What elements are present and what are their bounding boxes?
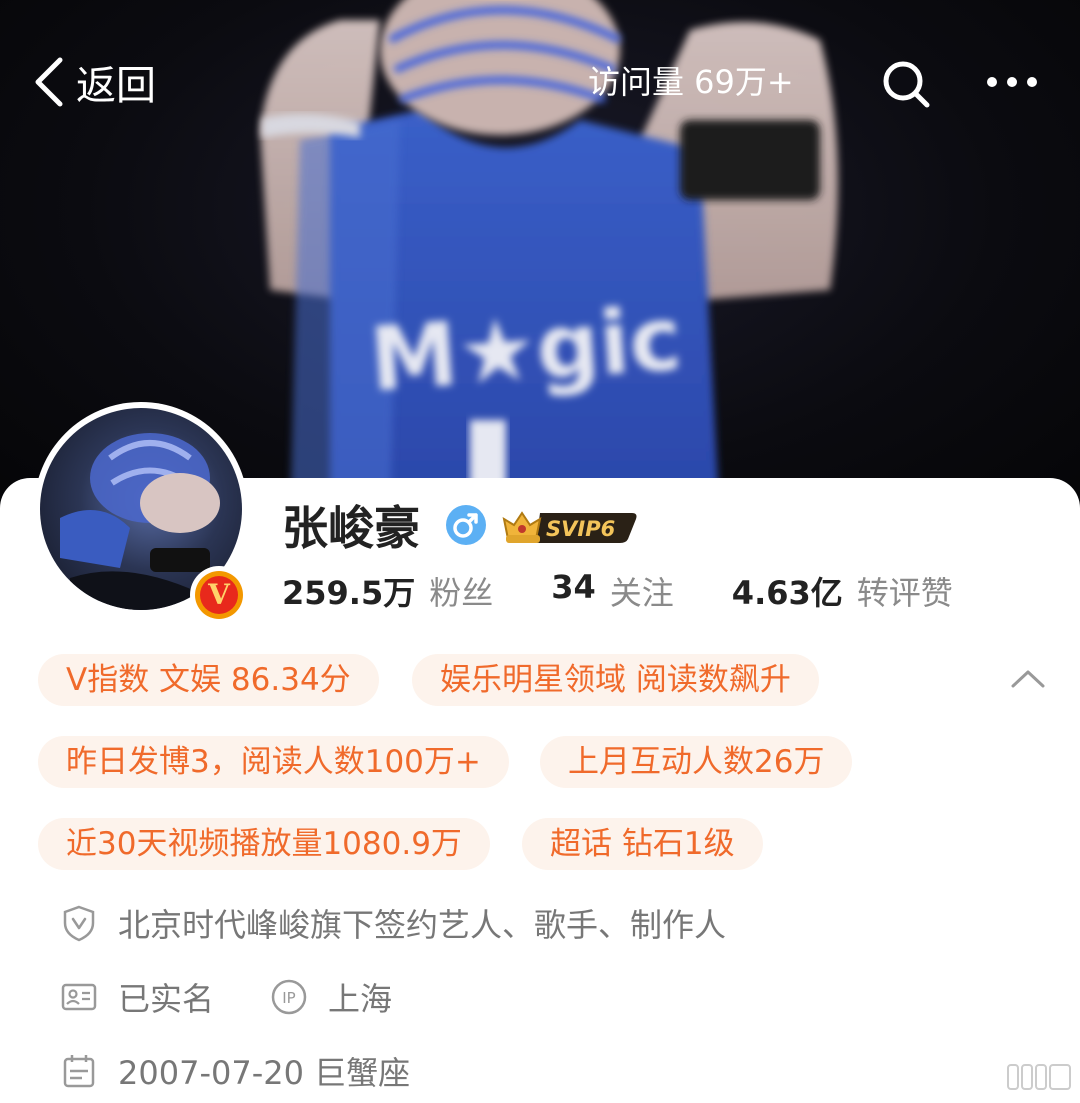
verification-text: 北京时代峰峻旗下签约艺人、歌手、制作人 <box>118 906 727 944</box>
chevron-left-icon <box>35 57 63 107</box>
crown-icon: SVIP6 <box>502 511 637 543</box>
search-icon[interactable] <box>880 58 932 110</box>
interactions-label: 转评赞 <box>856 574 953 612</box>
male-icon <box>446 505 486 545</box>
id-card-icon <box>61 983 97 1011</box>
svip-badge[interactable]: SVIP6 <box>500 505 640 545</box>
followers-stat[interactable]: 259.5万 粉丝 <box>282 568 493 614</box>
verified-v-icon: V <box>200 576 238 614</box>
watermark-logo <box>1007 1064 1071 1090</box>
top-nav-bar: 返回 访问量 69万+ <box>0 0 1080 160</box>
svg-text:IP: IP <box>282 989 295 1007</box>
verification-row: 北京时代峰峻旗下签约艺人、歌手、制作人 <box>60 900 726 946</box>
chip-video-plays[interactable]: 近30天视频播放量1080.9万 <box>38 818 490 870</box>
followers-count: 259.5万 <box>282 574 416 612</box>
birthday-text: 2007-07-20 巨蟹座 <box>118 1054 411 1092</box>
chip-supertopic[interactable]: 超话 钻石1级 <box>522 818 763 870</box>
chip-v-index[interactable]: V指数 文娱 86.34分 <box>38 654 379 706</box>
chip-domain-reads[interactable]: 娱乐明星领域 阅读数飙升 <box>412 654 819 706</box>
back-button[interactable]: 返回 <box>30 52 156 112</box>
svg-text:SVIP6: SVIP6 <box>546 517 615 541</box>
birthday-row: 2007-07-20 巨蟹座 <box>60 1048 410 1094</box>
visit-count[interactable]: 访问量 69万+ <box>588 58 794 106</box>
following-stat[interactable]: 34 关注 <box>551 568 674 614</box>
shield-v-icon <box>63 905 95 942</box>
calendar-icon <box>63 1055 95 1088</box>
ip-location-text: 上海 <box>328 980 393 1018</box>
verified-badge: V <box>190 566 248 624</box>
jersey-text: M★gic <box>367 287 685 411</box>
chip-monthly-interactions[interactable]: 上月互动人数26万 <box>540 736 853 788</box>
following-label: 关注 <box>609 574 674 612</box>
followers-label: 粉丝 <box>429 574 494 612</box>
profile-name: 张峻豪 <box>282 501 420 555</box>
interactions-count: 4.63亿 <box>731 574 843 612</box>
realname-ip-row: 已实名 IP 上海 <box>60 974 392 1020</box>
realname-text: 已实名 <box>118 980 215 1018</box>
stats-row: 259.5万 粉丝 34 关注 4.63亿 转评赞 <box>282 566 953 616</box>
following-count: 34 <box>551 568 596 606</box>
ip-location-icon: IP <box>271 979 307 1015</box>
interactions-stat[interactable]: 4.63亿 转评赞 <box>732 568 953 614</box>
back-label: 返回 <box>76 63 156 109</box>
chip-yesterday-posts[interactable]: 昨日发博3，阅读人数100万+ <box>38 736 509 788</box>
more-icon[interactable] <box>984 68 1040 96</box>
chevron-up-icon[interactable] <box>1008 664 1048 692</box>
